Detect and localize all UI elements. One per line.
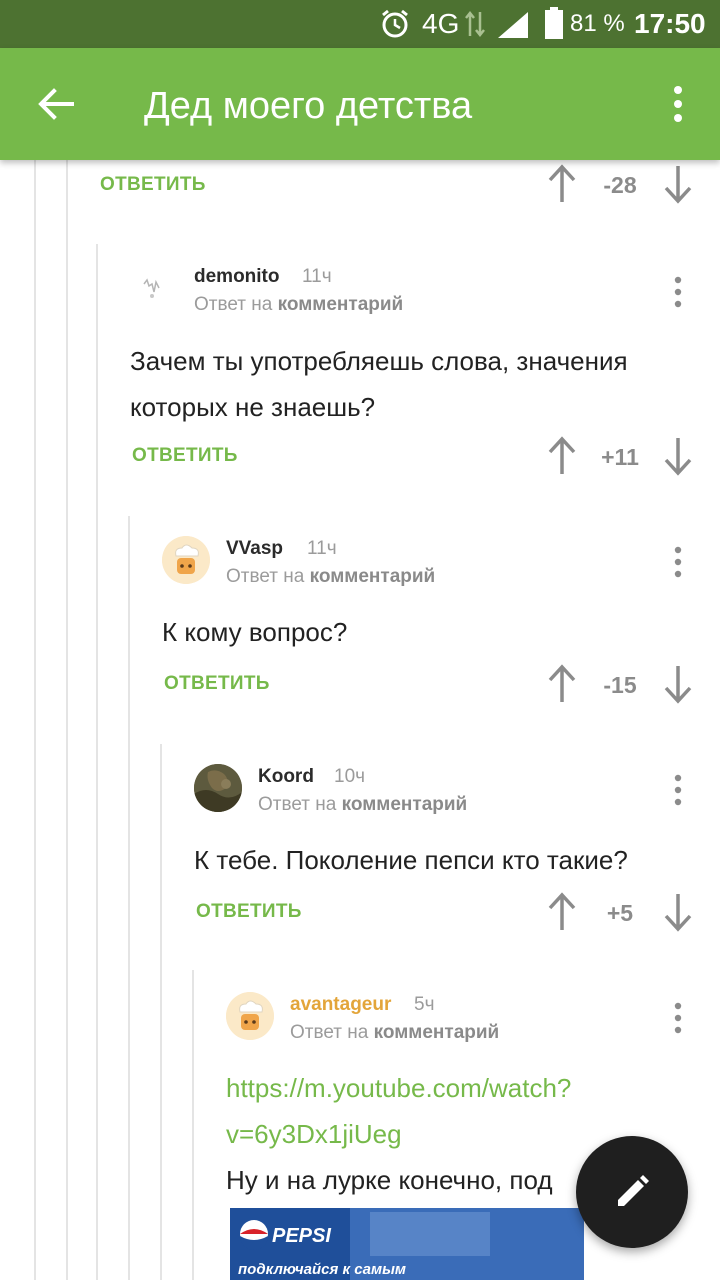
reply-button[interactable]: ОТВЕТИТЬ: [132, 444, 238, 468]
reply-button[interactable]: ОТВЕТИТЬ: [164, 672, 270, 696]
network-arrows-icon: [465, 10, 485, 38]
alarm-icon: [382, 9, 408, 38]
arrow-up-icon[interactable]: [546, 892, 578, 932]
embedded-image[interactable]: PEPSI подключайся к самым: [230, 1208, 584, 1280]
chef-avatar-icon: [162, 536, 210, 584]
comment-score: -28: [603, 172, 637, 198]
arrow-down-icon[interactable]: [662, 892, 694, 932]
comment-time: 11ч: [307, 538, 337, 559]
comment-thread[interactable]: ОТВЕТИТЬ -28 demonito 11ч Ответ на комме…: [0, 160, 720, 1280]
thread-line: [96, 244, 98, 1280]
arrow-down-icon[interactable]: [662, 664, 694, 704]
comment-time: 10ч: [334, 766, 366, 787]
comment-score: -15: [603, 672, 637, 698]
thread-line: [192, 970, 194, 1280]
thread-line: [128, 516, 130, 1280]
reply-to[interactable]: Ответ на комментарий: [226, 565, 435, 589]
arrow-down-icon[interactable]: [662, 436, 694, 476]
youtube-link[interactable]: https://m.youtube.com/watch? v=6y3Dx1jiU…: [226, 1065, 571, 1157]
avatar[interactable]: [162, 536, 210, 584]
arrow-up-icon[interactable]: [546, 436, 578, 476]
more-vert-icon[interactable]: [672, 274, 684, 310]
clock: 17:50: [634, 8, 706, 39]
arrow-back-icon[interactable]: [32, 80, 80, 128]
comment-text: К кому вопрос?: [162, 617, 348, 647]
reply-to[interactable]: Ответ на комментарий: [290, 1021, 499, 1045]
pepsi-brand: PEPSI: [272, 1225, 331, 1247]
comment-time: 11ч: [302, 266, 332, 287]
reply-button[interactable]: ОТВЕТИТЬ: [100, 173, 206, 197]
photo-avatar-icon: [194, 764, 242, 812]
reply-to[interactable]: Ответ на комментарий: [258, 793, 467, 817]
thread-line: [160, 744, 162, 1280]
avatar[interactable]: [130, 262, 178, 310]
comment-score: +5: [606, 900, 634, 926]
thread-line: [66, 160, 68, 1280]
battery-percent: 81 %: [570, 10, 625, 37]
pepsi-slogan: подключайся к самым: [238, 1261, 406, 1278]
thread-line: [34, 160, 36, 1280]
comment-score: +11: [601, 444, 639, 470]
arrow-down-icon[interactable]: [662, 164, 694, 204]
comment-text: Ну и на лурке конечно, под: [226, 1165, 553, 1195]
network-type: 4G: [422, 8, 460, 39]
signal-icon: [498, 12, 528, 38]
comment-author[interactable]: demonito: [194, 265, 280, 289]
chef-avatar-icon: [226, 992, 274, 1040]
avatar[interactable]: [226, 992, 274, 1040]
reply-to[interactable]: Ответ на комментарий: [194, 293, 403, 317]
avatar[interactable]: [194, 764, 242, 812]
edit-pencil-icon: [618, 1175, 649, 1206]
comment-time: 5ч: [414, 994, 435, 1015]
arrow-up-icon[interactable]: [546, 164, 578, 204]
more-vert-icon[interactable]: [672, 544, 684, 580]
comment-author[interactable]: VVasp: [226, 537, 283, 561]
write-comment-button[interactable]: [576, 1136, 688, 1248]
comment-text: Зачем ты употребляешь слова, значения ко…: [130, 346, 628, 422]
sketch-avatar-icon: [143, 278, 160, 298]
comment-author[interactable]: avantageur: [290, 993, 391, 1017]
status-bar: 4G 81 % 17:50: [0, 0, 720, 48]
comment-text: К тебе. Поколение пепси кто такие?: [194, 845, 628, 875]
more-vert-icon[interactable]: [672, 772, 684, 808]
more-vert-icon[interactable]: [660, 80, 696, 128]
battery-icon: [545, 7, 563, 39]
reply-button[interactable]: ОТВЕТИТЬ: [196, 900, 302, 924]
page-title: Дед моего детства: [144, 85, 473, 127]
comment-author[interactable]: Koord: [258, 765, 314, 789]
arrow-up-icon[interactable]: [546, 664, 578, 704]
more-vert-icon[interactable]: [672, 1000, 684, 1036]
app-bar: Дед моего детства: [0, 48, 720, 160]
